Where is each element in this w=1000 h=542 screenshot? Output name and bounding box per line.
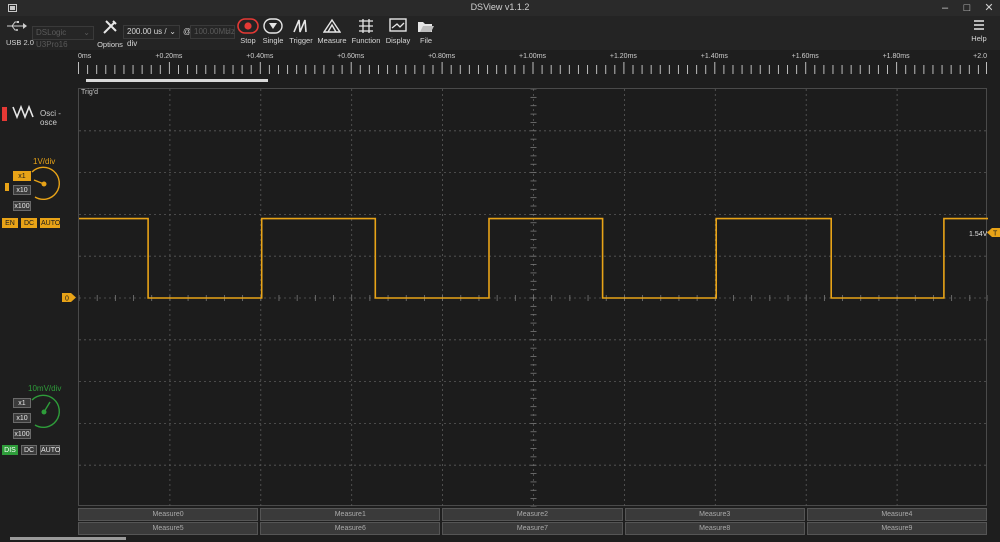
measure-slot[interactable]: Measure6 [260,522,441,535]
horizontal-scrollbar[interactable] [10,537,126,540]
measure-label: Measure [317,36,347,45]
ch0-coupling-button[interactable]: DC [21,218,37,228]
ch0-volts-knob[interactable] [27,166,61,202]
timebase-value: 200.00 us / div [127,27,167,48]
device-select[interactable]: DSLogic U3Pro16 ⌄ [32,26,94,49]
menu-icon [974,20,984,30]
measure-slot[interactable]: Measure7 [442,522,623,535]
function-icon [359,19,373,33]
waveform-plot[interactable]: Trig'd [78,88,988,507]
ch0-x100-button[interactable]: x100 [13,201,31,211]
help-button[interactable]: Help [962,18,996,50]
function-label: Function [351,36,381,45]
timeline-scrollbar[interactable] [86,79,268,82]
display-icon [389,18,407,32]
ch1-coupling-button[interactable]: DC [21,445,37,455]
ch0-marker-label: 0 [65,296,69,303]
ruler-label: +1.40ms [700,53,728,60]
measure-slot[interactable]: Measure1 [260,508,441,521]
folder-open-icon [418,22,434,32]
maximize-icon[interactable]: □ [960,0,974,16]
measure-slot[interactable]: Measure3 [624,508,805,521]
measure-button[interactable]: Measure [315,18,349,50]
ch0-indicator [5,183,9,191]
ch0-auto-button[interactable]: AUTO [40,218,60,228]
chevron-down-icon: ⌄ [224,27,231,36]
measure-icon [323,18,341,33]
trigger-level-marker[interactable]: T [987,228,1000,237]
trigger-marker-label: T [993,231,998,238]
ch0-enable-button[interactable]: EN [2,218,18,228]
help-label: Help [971,34,987,43]
usb-icon [6,21,28,34]
measure-slot[interactable]: Measure4 [806,508,987,521]
ruler-label: +0.80ms [428,53,456,60]
ruler-label: +0.20ms [155,53,183,60]
ruler-label: +1.20ms [609,53,637,60]
ch1-disable-button[interactable]: DIS [2,445,18,455]
wrench-icon [103,20,117,34]
close-icon[interactable]: ✕ [982,0,996,16]
measure-slot[interactable]: Measure9 [806,522,987,535]
ruler-label: +0.60ms [337,53,365,60]
title-bar: DSView v1.1.2 – □ ✕ [0,0,1000,16]
trig-status-label: Trig'd [81,89,99,96]
ch1-x100-button[interactable]: x100 [13,429,31,439]
measure-slot[interactable]: Measure5 [78,522,259,535]
ruler-label: +2.0 [973,53,987,60]
waveform-canvas [79,89,988,507]
trigger-button[interactable]: Trigger [284,18,318,50]
timebase-select[interactable]: 200.00 us / div ⌄ [123,25,180,48]
trigger-label: Trigger [289,36,313,45]
channel-panel: Osci - osce 1V/div x1 x10 x100 EN DC AUT… [0,51,78,533]
ch1-x10-button[interactable]: x10 [13,413,31,423]
trigger-level-value: 1.54V [969,231,988,238]
chevron-down-icon: ⌄ [169,27,176,36]
channel-select-marker[interactable] [2,107,7,121]
ruler-label: +1.60ms [791,53,819,60]
ch1-x1-button[interactable]: x1 [13,398,31,408]
ruler-label: 0ms [78,53,92,60]
chevron-down-icon: ⌄ [83,28,90,37]
device-select-value: DSLogic U3Pro16 [36,28,68,49]
single-capture-icon [263,18,283,34]
ruler-label: +1.80ms [882,53,910,60]
minimize-icon[interactable]: – [938,0,952,16]
window-title: DSView v1.1.2 [470,2,530,12]
ch1-auto-button[interactable]: AUTO [40,445,60,455]
options-button[interactable]: Options [96,19,124,49]
options-label: Options [97,40,123,49]
measure-slot[interactable]: Measure8 [624,522,805,535]
ch1-volts-per-div: 10mV/div [28,384,62,393]
oscilloscope-mode-icon[interactable] [12,104,36,122]
ruler-label: +1.00ms [518,53,547,60]
function-button[interactable]: Function [349,18,383,50]
ch0-offset-marker[interactable]: 0 [62,293,76,302]
measure-slot[interactable]: Measure2 [442,508,623,521]
window-controls: – □ ✕ [938,0,996,16]
ch1-volts-knob[interactable] [27,394,61,430]
toolbar: DSLogic U3Pro16 ⌄ USB 2.0 Options 200.00 … [0,16,1000,50]
measure-bar: Measure0 Measure1 Measure2 Measure3 Meas… [78,508,987,536]
ruler-label: +0.40ms [246,53,274,60]
trigger-icon [293,19,307,33]
file-label: File [419,36,433,45]
mode-label: Osci - osce [40,109,61,127]
samplerate-select[interactable]: 100.00MHz ⌄ [190,25,235,39]
ch0-x10-button[interactable]: x10 [13,185,31,195]
file-button[interactable]: File [409,18,443,50]
ch0-volts-per-div: 1V/div [33,157,56,166]
ch0-x1-button[interactable]: x1 [13,171,31,181]
usb-label: USB 2.0 [6,38,34,47]
measure-slot[interactable]: Measure0 [78,508,259,521]
